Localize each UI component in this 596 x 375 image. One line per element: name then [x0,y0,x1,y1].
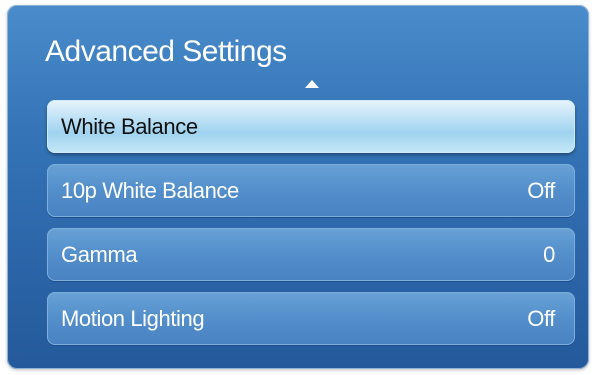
panel-title: Advanced Settings [45,35,287,68]
settings-menu: White Balance 10p White Balance Off Gamm… [47,100,575,356]
menu-item-value: Off [527,177,555,203]
menu-item-10p-white-balance[interactable]: 10p White Balance Off [47,164,575,217]
scroll-up-icon[interactable] [305,80,319,88]
menu-item-label: Motion Lighting [61,305,205,331]
menu-item-label: 10p White Balance [61,177,239,203]
menu-item-label: Gamma [61,241,138,267]
menu-item-motion-lighting[interactable]: Motion Lighting Off [47,292,575,345]
menu-item-white-balance[interactable]: White Balance [47,100,575,153]
advanced-settings-panel: Advanced Settings White Balance 10p Whit… [7,5,589,369]
menu-item-value: Off [527,305,555,331]
menu-item-gamma[interactable]: Gamma 0 [47,228,575,281]
menu-item-label: White Balance [61,113,198,139]
menu-item-value: 0 [543,241,555,267]
